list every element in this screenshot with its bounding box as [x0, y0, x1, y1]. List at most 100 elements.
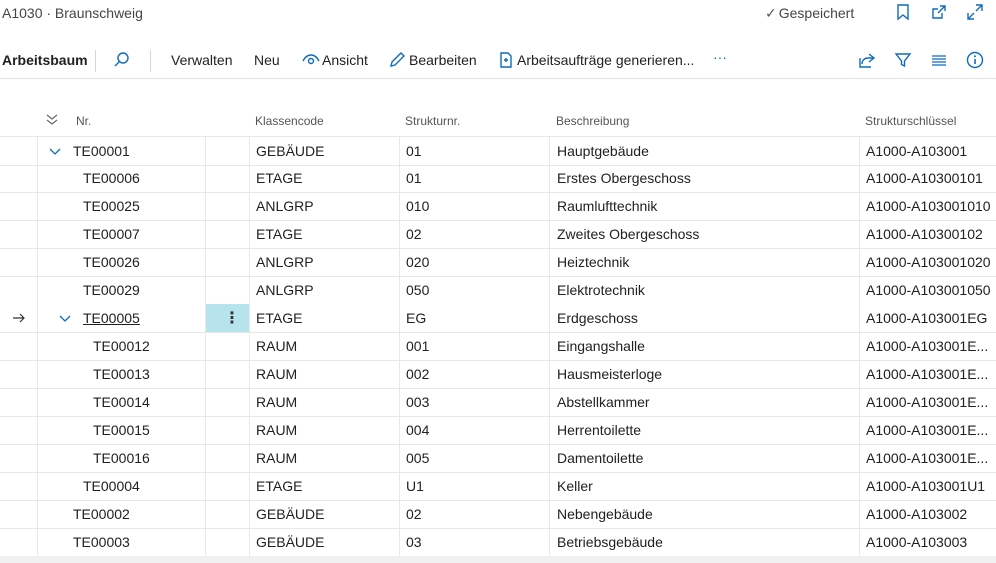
column-header-structure-no[interactable]: Strukturnr. — [405, 114, 460, 128]
collapse-all-icon[interactable] — [45, 112, 59, 126]
column-divider — [859, 276, 860, 304]
column-header-structure-key[interactable]: Strukturschlüssel — [865, 114, 956, 128]
cell-structure-no: 001 — [406, 338, 430, 354]
table-row[interactable]: TE00006 ETAGE 01 Erstes Obergeschoss A1000-A… — [0, 164, 996, 193]
cell-structure-no: 004 — [406, 422, 430, 438]
title-bar: A1030 · Braunschweig ✓ Gespeichert — [0, 0, 996, 26]
column-divider — [249, 248, 250, 276]
column-divider — [859, 388, 860, 416]
cell-nr[interactable]: TE00025 — [83, 198, 140, 214]
expand-icon[interactable] — [965, 2, 985, 22]
edit-button[interactable]: Bearbeiten — [409, 52, 477, 68]
new-button[interactable]: Neu — [254, 52, 280, 68]
table-row[interactable]: TE00014 RAUM 003 Abstellkammer A1000-A103001… — [0, 388, 996, 417]
cell-description: Erstes Obergeschoss — [557, 170, 691, 186]
cell-class-code: RAUM — [256, 394, 298, 410]
table-row[interactable]: TE00025 ANLGRP 010 Raumlufttechnik A1000-A10… — [0, 192, 996, 221]
column-divider — [549, 500, 550, 528]
table-row[interactable]: TE00029 ANLGRP 050 Elektrotechnik A1000-A103… — [0, 276, 996, 305]
search-icon[interactable] — [112, 50, 132, 70]
cell-nr[interactable]: TE00014 — [93, 394, 150, 410]
open-new-window-icon[interactable] — [929, 2, 949, 22]
filter-icon[interactable] — [893, 50, 913, 70]
table-row[interactable]: TE00012 RAUM 001 Eingangshalle A1000-A103001… — [0, 332, 996, 361]
column-divider — [859, 416, 860, 444]
cell-nr[interactable]: TE00007 — [83, 226, 140, 242]
column-divider — [205, 248, 206, 276]
column-divider — [205, 220, 206, 248]
column-header-description[interactable]: Beschreibung — [556, 114, 629, 128]
share-icon[interactable] — [857, 50, 877, 70]
cell-structure-no: 02 — [406, 506, 422, 522]
row-menu-button[interactable]: ⋮ — [206, 304, 249, 332]
bookmark-icon[interactable] — [893, 2, 913, 22]
cell-nr[interactable]: TE00013 — [93, 366, 150, 382]
column-divider — [249, 332, 250, 360]
more-options-icon[interactable]: ··· — [713, 49, 727, 65]
manage-button[interactable]: Verwalten — [171, 52, 232, 68]
cell-structure-no: 03 — [406, 534, 422, 550]
cell-structure-no: 050 — [406, 282, 430, 298]
table-row[interactable]: TE00016 RAUM 005 Damentoilette A1000-A103001… — [0, 444, 996, 473]
cell-class-code: RAUM — [256, 422, 298, 438]
table-row[interactable]: TE00002 GEBÄUDE 02 Nebengebäude A1000-A10300… — [0, 500, 996, 529]
list-view-icon[interactable] — [929, 50, 949, 70]
cell-nr[interactable]: TE00001 — [73, 143, 130, 159]
cell-structure-key: A1000-A103001 — [866, 143, 968, 159]
divider — [0, 78, 996, 79]
generate-work-orders-button[interactable]: Arbeitsaufträge generieren... — [517, 52, 694, 68]
info-icon[interactable] — [965, 50, 985, 70]
column-divider — [399, 472, 400, 500]
cell-description: Nebengebäude — [557, 506, 653, 522]
column-divider — [37, 220, 38, 248]
column-divider — [37, 416, 38, 444]
table-row[interactable]: TE00015 RAUM 004 Herrentoilette A1000-A10300… — [0, 416, 996, 445]
table-row[interactable]: TE00003 GEBÄUDE 03 Betriebsgebäude A1000-A10… — [0, 528, 996, 557]
column-divider — [205, 164, 206, 192]
column-divider — [859, 192, 860, 220]
column-divider — [399, 332, 400, 360]
cell-nr[interactable]: TE00026 — [83, 254, 140, 270]
table-row[interactable]: TE00026 ANLGRP 020 Heiztechnik A1000-A103001… — [0, 248, 996, 277]
column-divider — [549, 360, 550, 388]
column-header-nr[interactable]: Nr. — [76, 114, 91, 128]
cell-nr[interactable]: TE00015 — [93, 422, 150, 438]
column-divider — [249, 472, 250, 500]
cell-nr[interactable]: TE00005 — [83, 310, 140, 326]
column-divider — [249, 276, 250, 304]
cell-class-code: ETAGE — [256, 226, 303, 242]
column-divider — [37, 500, 38, 528]
column-divider — [37, 192, 38, 220]
cell-description: Keller — [557, 478, 593, 494]
cell-structure-no: 01 — [406, 143, 422, 159]
cell-description: Herrentoilette — [557, 422, 642, 438]
collapse-chevron-icon[interactable] — [58, 311, 72, 325]
table-row[interactable]: TE00001 GEBÄUDE 01 Hauptgebäude A1000-A10300… — [0, 136, 996, 166]
column-divider — [859, 248, 860, 276]
cell-nr[interactable]: TE00006 — [83, 170, 140, 186]
cell-structure-no: 005 — [406, 450, 430, 466]
table-row[interactable]: TE00007 ETAGE 02 Zweites Obergeschoss A1000-… — [0, 220, 996, 249]
view-button[interactable]: Ansicht — [322, 52, 368, 68]
cell-nr[interactable]: TE00004 — [83, 478, 140, 494]
column-divider — [549, 220, 550, 248]
column-divider — [249, 220, 250, 248]
cell-class-code: GEBÄUDE — [256, 506, 325, 522]
table-row[interactable]: ⋮ TE00005 ETAGE EG Erdgeschoss A1000-A103001E… — [0, 304, 996, 333]
table-row[interactable]: TE00004 ETAGE U1 Keller A1000-A103001U1 — [0, 472, 996, 501]
column-divider — [859, 332, 860, 360]
page-name-tab[interactable]: Arbeitsbaum — [2, 52, 88, 68]
horizontal-scrollbar[interactable] — [0, 556, 996, 563]
table-row[interactable]: TE00013 RAUM 002 Hausmeisterloge A1000-A1030… — [0, 360, 996, 389]
divider — [150, 50, 151, 72]
cell-nr[interactable]: TE00003 — [73, 534, 130, 550]
column-header-class-code[interactable]: Klassencode — [255, 114, 324, 128]
cell-nr[interactable]: TE00016 — [93, 450, 150, 466]
cell-nr[interactable]: TE00012 — [93, 338, 150, 354]
cell-class-code: ANLGRP — [256, 198, 314, 214]
cell-description: Erdgeschoss — [557, 310, 638, 326]
cell-nr[interactable]: TE00002 — [73, 506, 130, 522]
collapse-chevron-icon[interactable] — [48, 144, 62, 158]
cell-structure-key: A1000-A103002 — [866, 506, 968, 522]
cell-nr[interactable]: TE00029 — [83, 282, 140, 298]
